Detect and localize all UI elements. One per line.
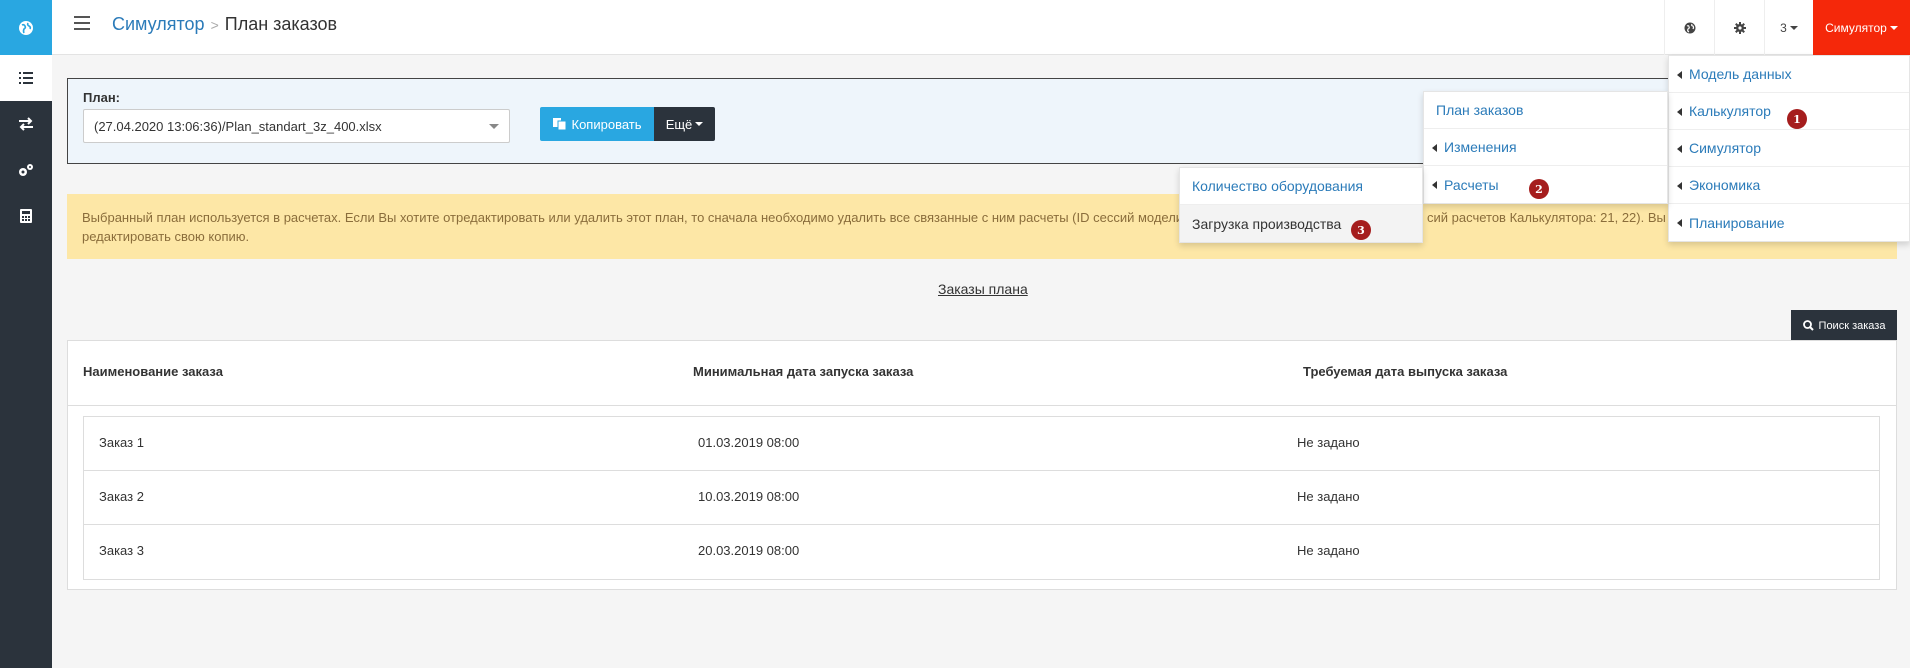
- menu-item-order-plan[interactable]: План заказов: [1424, 92, 1667, 129]
- gear-icon: [1733, 21, 1746, 34]
- menu-item-simulator[interactable]: Симулятор: [1669, 130, 1909, 167]
- breadcrumb-root[interactable]: Симулятор: [112, 14, 205, 34]
- menu-item-changes[interactable]: Изменения: [1424, 129, 1667, 166]
- notifications-dropdown[interactable]: 3: [1764, 0, 1813, 55]
- menu-item-label: План заказов: [1436, 102, 1524, 118]
- menu-item-data-model[interactable]: Модель данных: [1669, 56, 1909, 93]
- menu-item-label: Количество оборудования: [1192, 178, 1363, 194]
- logo[interactable]: [0, 0, 52, 55]
- menu-item-label: Экономика: [1689, 177, 1761, 193]
- caret-down-icon: [1889, 25, 1898, 30]
- exchange-icon: [19, 117, 33, 131]
- sidebar-item-orders[interactable]: [0, 55, 52, 101]
- search-order-label: Поиск заказа: [1818, 319, 1886, 332]
- order-start-date: 01.03.2019 08:00: [698, 435, 800, 450]
- search-order-button[interactable]: Поиск заказа: [1791, 310, 1897, 341]
- warning-text-line2: редактировать свою копию.: [82, 229, 250, 244]
- chevron-down-icon: [489, 124, 499, 129]
- orders-table: Наименование заказа Минимальная дата зап…: [67, 340, 1897, 590]
- order-start-date: 10.03.2019 08:00: [698, 489, 800, 504]
- calculator-icon: [20, 209, 32, 223]
- menu-item-label: Симулятор: [1689, 140, 1761, 156]
- user-menu-button[interactable]: Симулятор: [1813, 0, 1910, 55]
- order-due-date: Не задано: [1297, 435, 1360, 450]
- notifications-count: 3: [1780, 20, 1787, 35]
- caret-left-icon: [1432, 144, 1437, 152]
- menu-item-economics[interactable]: Экономика: [1669, 167, 1909, 204]
- menu-item-label: Модель данных: [1689, 66, 1792, 82]
- hamburger-menu-icon[interactable]: [74, 16, 90, 30]
- order-due-date: Не задано: [1297, 489, 1360, 504]
- step-badge-3: 3: [1351, 220, 1371, 240]
- caret-left-icon: [1432, 181, 1437, 189]
- order-name: Заказ 2: [99, 489, 144, 504]
- table-row[interactable]: Заказ 2 10.03.2019 08:00 Не задано: [84, 471, 1879, 525]
- breadcrumb-separator: >: [210, 17, 219, 33]
- copy-button[interactable]: Копировать: [540, 107, 654, 141]
- orders-title-link[interactable]: Заказы плана: [938, 281, 1028, 297]
- sidebar-item-settings[interactable]: [0, 147, 52, 193]
- plan-label: План:: [83, 90, 121, 105]
- caret-left-icon: [1677, 145, 1682, 153]
- table-row[interactable]: Заказ 3 20.03.2019 08:00 Не задано: [84, 525, 1879, 579]
- menu-item-equipment-count[interactable]: Количество оборудования: [1180, 168, 1422, 205]
- page-title: План заказов: [224, 14, 338, 34]
- order-name: Заказ 3: [99, 543, 144, 558]
- sidebar: [0, 0, 52, 668]
- menu-item-label: Расчеты: [1444, 176, 1499, 193]
- caret-down-icon: [695, 122, 704, 126]
- menu-item-planning[interactable]: Планирование: [1669, 204, 1909, 241]
- column-header-start[interactable]: Минимальная дата запуска заказа: [693, 364, 913, 379]
- menu-item-label: Планирование: [1689, 214, 1785, 231]
- breadcrumb: Симулятор > План заказов: [112, 14, 337, 35]
- column-header-due[interactable]: Требуемая дата выпуска заказа: [1303, 364, 1507, 379]
- caret-down-icon: [1789, 25, 1798, 30]
- globe-icon: [19, 20, 33, 35]
- globe-icon: [1684, 22, 1695, 33]
- search-icon: [1802, 320, 1814, 331]
- plan-select-value: (27.04.2020 13:06:36)/Plan_standart_3z_4…: [94, 119, 382, 134]
- menu-item-label: Изменения: [1444, 139, 1517, 155]
- table-row[interactable]: Заказ 1 01.03.2019 08:00 Не задано: [84, 417, 1879, 471]
- settings-button[interactable]: [1714, 0, 1764, 55]
- sidebar-item-exchange[interactable]: [0, 101, 52, 147]
- column-header-name[interactable]: Наименование заказа: [83, 364, 223, 379]
- warning-text-line1-tail: сий расчетов Калькулятора: 21, 22). Вы м: [1427, 210, 1679, 225]
- step-badge-1: 1: [1787, 109, 1807, 129]
- main-dropdown-menu: Модель данных Калькулятор Симулятор Экон…: [1668, 55, 1910, 242]
- caret-left-icon: [1677, 219, 1682, 227]
- step-badge-2: 2: [1529, 179, 1549, 199]
- plan-select[interactable]: (27.04.2020 13:06:36)/Plan_standart_3z_4…: [83, 109, 510, 143]
- caret-left-icon: [1677, 182, 1682, 190]
- copy-button-label: Копировать: [571, 116, 642, 132]
- table-body: Заказ 1 01.03.2019 08:00 Не задано Заказ…: [83, 416, 1880, 580]
- copy-icon: [552, 118, 566, 130]
- menu-item-production-load[interactable]: Загрузка производства: [1180, 205, 1422, 242]
- gears-icon: [19, 164, 33, 176]
- menu-item-label: Загрузка производства: [1192, 215, 1342, 232]
- menu-item-label: Калькулятор: [1689, 103, 1771, 119]
- more-button-label: Ещё: [665, 116, 693, 132]
- list-icon: [19, 72, 33, 84]
- caret-left-icon: [1677, 71, 1682, 79]
- more-button[interactable]: Ещё: [654, 107, 715, 141]
- language-button[interactable]: [1664, 0, 1714, 55]
- calculations-submenu: Количество оборудования Загрузка произво…: [1179, 167, 1423, 243]
- caret-left-icon: [1677, 108, 1682, 116]
- top-header: Симулятор > План заказов 3 Симулятор: [52, 0, 1910, 55]
- user-menu-label: Симулятор: [1825, 20, 1887, 35]
- warning-text-line1: Выбранный план используется в расчетах. …: [82, 210, 1184, 225]
- order-name: Заказ 1: [99, 435, 144, 450]
- order-start-date: 20.03.2019 08:00: [698, 543, 800, 558]
- sidebar-item-calculator[interactable]: [0, 193, 52, 239]
- table-header: Наименование заказа Минимальная дата зап…: [68, 341, 1896, 406]
- order-due-date: Не задано: [1297, 543, 1360, 558]
